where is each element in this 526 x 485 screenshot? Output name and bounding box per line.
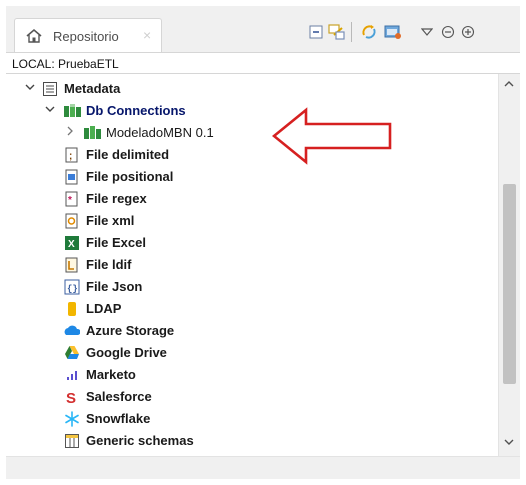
close-icon[interactable]: × — [143, 27, 151, 43]
home-icon — [25, 28, 43, 44]
repository-location: LOCAL: PruebaETL — [6, 52, 520, 74]
vertical-scrollbar[interactable] — [498, 74, 520, 456]
svg-text:{}: {} — [67, 284, 78, 294]
google-drive-icon — [64, 345, 80, 361]
tab-bar: Repositorio × — [6, 6, 520, 52]
marketo-icon — [64, 367, 80, 383]
scroll-down-icon[interactable] — [504, 438, 514, 449]
svg-text:S: S — [66, 390, 76, 405]
repository-tree: Metadata Db Connections ModeladoMBN 0.1 … — [6, 74, 498, 456]
chevron-down-icon[interactable] — [44, 103, 56, 119]
azure-storage-icon — [64, 323, 81, 339]
tree-item-label: ModeladoMBN 0.1 — [106, 125, 214, 140]
file-regex-icon: * — [64, 191, 80, 207]
db-connections-icon — [64, 103, 81, 119]
tree-item-file-regex[interactable]: * File regex — [6, 188, 498, 210]
tree-item-label: File Excel — [86, 235, 146, 250]
tree-item-db-connections[interactable]: Db Connections — [6, 100, 498, 122]
tree-item-label: File Json — [86, 279, 143, 294]
view-menu-icon[interactable] — [420, 24, 434, 40]
file-ldif-icon — [64, 257, 80, 273]
tree-item-marketo[interactable]: Marketo — [6, 364, 498, 386]
tree-item-google-drive[interactable]: Google Drive — [6, 342, 498, 364]
collapse-all-icon[interactable] — [308, 24, 324, 40]
refresh-icon[interactable] — [360, 24, 378, 40]
maximize-icon[interactable] — [460, 24, 476, 40]
tree-item-label: Db Connections — [86, 103, 186, 118]
annotation-arrow-icon — [272, 107, 392, 165]
snowflake-icon — [64, 411, 80, 427]
scrollbar-thumb[interactable] — [503, 184, 516, 384]
repository-panel: Repositorio × LOCAL: PruebaETL Metadata … — [6, 6, 520, 479]
location-label: LOCAL: PruebaETL — [12, 57, 119, 71]
scroll-up-icon[interactable] — [504, 80, 514, 91]
tree-item-salesforce[interactable]: S Salesforce — [6, 386, 498, 408]
tree-item-label: File regex — [86, 191, 147, 206]
tree-item-label: File delimited — [86, 147, 170, 162]
ldap-icon — [64, 301, 80, 317]
file-json-icon: {} — [64, 279, 80, 295]
tree-item-label: Marketo — [86, 367, 136, 382]
tree-item-file-ldif[interactable]: File ldif — [6, 254, 498, 276]
tree-item-generic-schemas[interactable]: Generic schemas — [6, 430, 498, 452]
tree-item-label: Snowflake — [86, 411, 151, 426]
tree-item-file-xml[interactable]: File xml — [6, 210, 498, 232]
link-with-editor-icon[interactable] — [328, 24, 346, 40]
filter-icon[interactable] — [384, 24, 402, 40]
tree-item-file-positional[interactable]: File positional — [6, 166, 498, 188]
tree-item-snowflake[interactable]: Snowflake — [6, 408, 498, 430]
file-positional-icon — [64, 169, 80, 185]
tree-item-db-child[interactable]: ModeladoMBN 0.1 — [6, 122, 498, 144]
file-xml-icon — [64, 213, 80, 229]
tree-item-metadata[interactable]: Metadata — [6, 78, 498, 100]
file-delimited-icon: ; — [64, 147, 80, 163]
chevron-right-icon[interactable] — [64, 125, 76, 141]
tree-item-label: File ldif — [86, 257, 132, 272]
tree-item-label: Azure Storage — [86, 323, 175, 338]
minimize-icon[interactable] — [440, 24, 456, 40]
chevron-down-icon[interactable] — [24, 81, 36, 97]
tree-item-label: Metadata — [64, 81, 121, 96]
svg-text:X: X — [68, 239, 75, 250]
tree-item-label: File positional — [86, 169, 174, 184]
tree-item-label: File xml — [86, 213, 135, 228]
tree-item-file-delimited[interactable]: ; File delimited — [6, 144, 498, 166]
db-connection-icon — [84, 125, 101, 141]
tree-item-label: Google Drive — [86, 345, 167, 360]
tree-item-label: LDAP — [86, 301, 122, 316]
horizontal-scroll-area — [6, 456, 520, 479]
file-excel-icon: X — [64, 235, 80, 251]
metadata-icon — [42, 81, 58, 97]
toolbar-separator — [351, 22, 352, 42]
tree-item-file-json[interactable]: {} File Json — [6, 276, 498, 298]
tab-title: Repositorio — [53, 29, 119, 44]
tree-item-azure-storage[interactable]: Azure Storage — [6, 320, 498, 342]
tree-item-ldap[interactable]: LDAP — [6, 298, 498, 320]
generic-schemas-icon — [64, 433, 80, 449]
tab-repositorio[interactable]: Repositorio × — [14, 18, 162, 52]
tree-item-label: Generic schemas — [86, 433, 194, 448]
tree-item-label: Salesforce — [86, 389, 152, 404]
salesforce-icon: S — [64, 389, 80, 407]
svg-text:*: * — [68, 195, 72, 206]
tree-item-file-excel[interactable]: X File Excel — [6, 232, 498, 254]
svg-text:;: ; — [69, 151, 72, 162]
